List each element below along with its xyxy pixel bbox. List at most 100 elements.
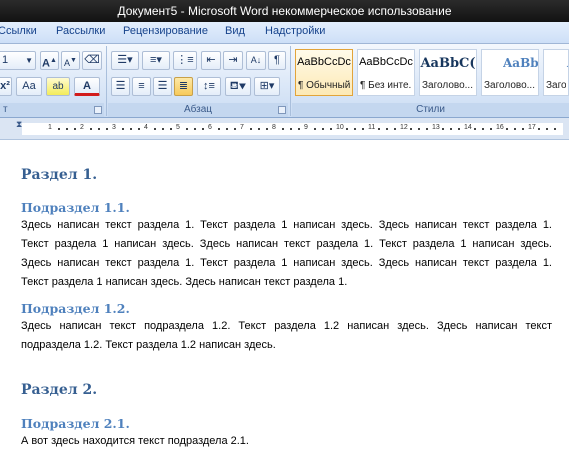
- align-right-icon: ☰: [157, 80, 168, 92]
- superscript-button[interactable]: x²: [0, 77, 12, 96]
- align-center-button[interactable]: ≡: [132, 77, 151, 96]
- group-paragraph-text: Абзац: [183, 104, 213, 115]
- document-page[interactable]: Раздел 1. Подраздел 1.1. Здесь написан т…: [0, 140, 569, 455]
- increase-indent-icon: ⇥: [228, 54, 238, 66]
- group-paragraph-label: Абзац: [108, 103, 288, 117]
- tab-addins[interactable]: Надстройки: [265, 25, 325, 37]
- title-bar: Документ5 - Microsoft Word некоммерческо…: [0, 0, 569, 22]
- highlight-label: ab: [52, 81, 64, 92]
- multilevel-list-button[interactable]: ⋮≡: [173, 51, 197, 70]
- ruler-tick: [394, 128, 396, 130]
- group-styles-label: Стили: [292, 103, 569, 117]
- style-no-spacing[interactable]: AaBbCcDc ¶ Без инте...: [357, 49, 415, 96]
- ruler-number: 1: [48, 124, 52, 131]
- ruler-number: 11: [368, 124, 376, 131]
- numbering-button[interactable]: ≡▾: [142, 51, 170, 70]
- ruler-tick: [290, 128, 292, 130]
- ruler-tick: [482, 128, 484, 130]
- style-heading-3[interactable]: AaB Загол: [543, 49, 569, 96]
- style-normal[interactable]: AaBbCcDc ¶ Обычный: [295, 49, 353, 96]
- text-line: Текст раздела 1 написан здесь. Здесь нап…: [21, 238, 552, 250]
- change-case-button[interactable]: Aa: [16, 77, 42, 96]
- ruler-tick: [442, 128, 444, 130]
- ruler-tick: [90, 128, 92, 130]
- shading-button[interactable]: ⛾▾: [225, 77, 251, 96]
- ruler-number: 5: [176, 124, 180, 131]
- paragraph-dialog-launcher[interactable]: [278, 106, 286, 114]
- group-separator: [106, 46, 107, 116]
- ruler-tick: [410, 128, 412, 130]
- show-marks-button[interactable]: ¶: [268, 51, 286, 70]
- style-name: ¶ Без инте...: [360, 80, 412, 91]
- ruler-tick: [266, 128, 268, 130]
- horizontal-ruler[interactable]: ⧗ 1 2 3 4 5 6 7 8 9 10 11 12 13 14 16 17: [0, 118, 569, 140]
- ruler-tick: [218, 128, 220, 130]
- ruler-tick: [258, 128, 260, 130]
- group-font-label: т: [0, 103, 104, 117]
- bullets-button[interactable]: ☰▾: [111, 51, 139, 70]
- ruler-tick: [162, 128, 164, 130]
- ruler-tick: [322, 128, 324, 130]
- font-dialog-launcher[interactable]: [94, 106, 102, 114]
- line-spacing-icon: ↕≡: [203, 80, 215, 92]
- style-heading-2[interactable]: AaBbCc Заголово...: [481, 49, 539, 96]
- align-left-button[interactable]: ☰: [111, 77, 130, 96]
- ruler-tick: [354, 128, 356, 130]
- tab-review[interactable]: Рецензирование: [123, 25, 208, 37]
- tab-view[interactable]: Вид: [225, 25, 245, 37]
- shrink-font-button[interactable]: A▼: [61, 51, 80, 70]
- ruler-tick: [250, 128, 252, 130]
- group-separator: [290, 46, 291, 116]
- align-right-button[interactable]: ☰: [153, 77, 172, 96]
- ruler-tick: [426, 128, 428, 130]
- eraser-icon: ⌫: [84, 54, 100, 66]
- ruler-tick: [314, 128, 316, 130]
- sort-button[interactable]: A↓: [246, 51, 266, 70]
- ruler-tick: [546, 128, 548, 130]
- ribbon: 1 ▼ A▲ A▼ ⌫ x² Aa ab A т ☰▾ ≡▾ ⋮≡ ⇤ ⇥ A↓: [0, 44, 569, 118]
- tab-mailings[interactable]: Рассылки: [56, 25, 105, 37]
- ruler-tick: [74, 128, 76, 130]
- font-color-label: A: [83, 80, 91, 92]
- ruler-number: 2: [80, 124, 84, 131]
- line-spacing-button[interactable]: ↕≡: [197, 77, 221, 96]
- ruler-number: 4: [144, 124, 148, 131]
- grow-font-button[interactable]: A▲: [40, 51, 59, 70]
- highlight-button[interactable]: ab: [46, 77, 70, 96]
- indent-marker-icon[interactable]: ⧗: [16, 120, 22, 130]
- justify-button[interactable]: ≣: [174, 77, 193, 96]
- window-title: Документ5 - Microsoft Word некоммерческо…: [117, 4, 452, 18]
- text-line: Здесь написан текст раздела 1. Текст раз…: [21, 219, 552, 231]
- ruler-tick: [66, 128, 68, 130]
- paragraph-1-2: Здесь написан текст подраздела 1.2. Текс…: [21, 317, 552, 355]
- ruler-tick: [554, 128, 556, 130]
- borders-button[interactable]: ⊞▾: [254, 77, 280, 96]
- group-font-text: т: [3, 104, 8, 115]
- ribbon-tabs: Ссылки Рассылки Рецензирование Вид Надст…: [0, 22, 569, 44]
- ruler-tick: [122, 128, 124, 130]
- style-heading-1[interactable]: AaBbC( Заголово...: [419, 49, 477, 96]
- clear-format-button[interactable]: ⌫: [82, 51, 102, 70]
- tab-references[interactable]: Ссылки: [0, 25, 37, 37]
- chevron-down-icon: ▼: [25, 56, 33, 65]
- heading-subsection-2-1: Подраздел 2.1.: [21, 416, 130, 431]
- ruler-tick: [450, 128, 452, 130]
- ruler-tick: [474, 128, 476, 130]
- style-sample: AaBbCcDc: [359, 56, 413, 68]
- ruler-tick: [418, 128, 420, 130]
- ruler-tick: [226, 128, 228, 130]
- style-name: Загол: [546, 80, 566, 91]
- ruler-number: 14: [464, 124, 472, 131]
- font-color-button[interactable]: A: [74, 77, 100, 96]
- text-line: А вот здесь находится текст подраздела 2…: [21, 435, 249, 447]
- sort-icon: A↓: [250, 55, 262, 65]
- font-size-combo[interactable]: 1 ▼: [0, 51, 36, 70]
- ruler-tick: [330, 128, 332, 130]
- justify-icon: ≣: [178, 80, 189, 92]
- ruler-number: 12: [400, 124, 408, 131]
- ruler-tick: [386, 128, 388, 130]
- ruler-number: 9: [304, 124, 308, 131]
- decrease-indent-button[interactable]: ⇤: [201, 51, 221, 70]
- ruler-tick: [58, 128, 60, 130]
- increase-indent-button[interactable]: ⇥: [223, 51, 243, 70]
